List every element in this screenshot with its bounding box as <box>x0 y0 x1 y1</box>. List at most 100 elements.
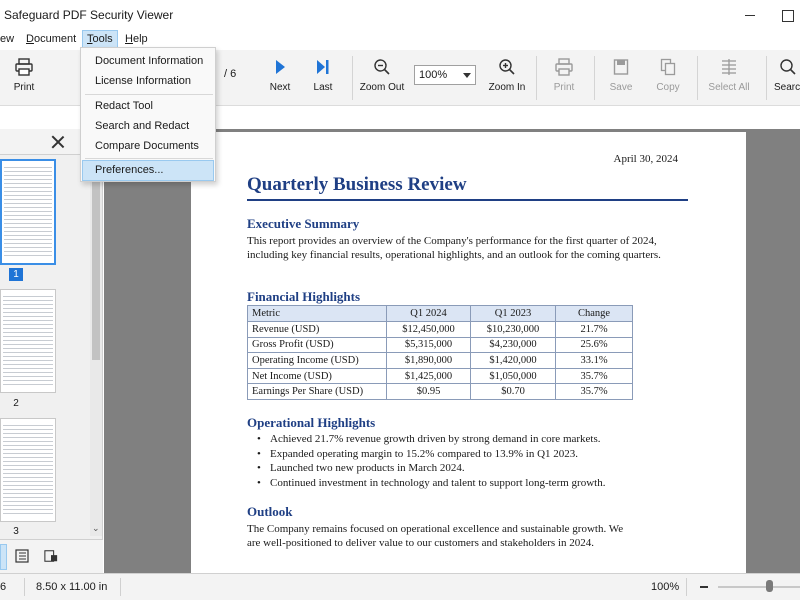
close-icon[interactable] <box>51 135 65 149</box>
table-cell: Earnings Per Share (USD) <box>247 383 387 400</box>
page-thumbnail[interactable] <box>0 289 56 393</box>
menu-item-preferences[interactable]: Preferences... <box>82 160 214 181</box>
search-button[interactable]: Search <box>771 54 800 102</box>
toolbar-separator <box>766 56 767 100</box>
page-count: / 6 <box>224 68 237 80</box>
list-item: Achieved 21.7% revenue growth driven by … <box>257 432 605 447</box>
table-cell: Operating Income (USD) <box>247 352 387 369</box>
bookmarks-icon[interactable] <box>15 549 29 563</box>
zoom-in-button[interactable]: Zoom In <box>484 54 530 102</box>
scrollbar-thumb[interactable] <box>92 160 100 360</box>
menu-item-license-information[interactable]: License Information <box>82 71 214 92</box>
thumbnails-view-icon[interactable] <box>0 544 7 570</box>
menu-separator <box>85 158 213 159</box>
status-zoom: 100% <box>651 581 680 593</box>
maximize-icon[interactable] <box>777 5 797 25</box>
page-thumbnail[interactable] <box>0 159 56 265</box>
status-bar: 6 8.50 x 11.00 in 100% <box>0 573 800 600</box>
copy-label: Copy <box>656 82 680 93</box>
last-label: Last <box>313 82 333 93</box>
title-rule <box>247 199 688 201</box>
table-cell: $1,890,000 <box>386 352 471 369</box>
table-cell: 33.1% <box>555 352 633 369</box>
print-button-secondary[interactable]: Print <box>546 54 582 102</box>
next-label: Next <box>269 82 291 93</box>
printer-icon <box>15 58 33 76</box>
table-cell: $4,230,000 <box>470 336 556 354</box>
zoom-slider-handle[interactable] <box>766 580 773 592</box>
table-cell: 35.7% <box>555 383 633 400</box>
page-thumbnail[interactable] <box>0 418 56 522</box>
thumbnail-scrollbar[interactable]: ⌄ <box>90 156 102 536</box>
next-page-button[interactable]: Next <box>262 54 298 102</box>
menu-item-document-information[interactable]: Document Information <box>82 51 214 72</box>
tools-menu: Document Information License Information… <box>80 47 216 182</box>
next-icon <box>276 60 285 74</box>
table-cell: $10,230,000 <box>470 321 556 338</box>
print-button[interactable]: Print <box>6 54 42 102</box>
select-all-label: Select All <box>708 82 750 93</box>
operational-highlights-heading: Operational Highlights <box>247 415 376 430</box>
toolbar-separator <box>697 56 698 100</box>
status-separator <box>24 578 25 596</box>
zoom-in-icon <box>499 59 515 75</box>
page-thumbnail-number: 3 <box>13 526 19 536</box>
title-bar: d Safeguard PDF Security Viewer <box>0 0 800 30</box>
zoom-slider[interactable] <box>718 586 800 588</box>
table-row: Revenue (USD) $12,450,000 $10,230,000 21… <box>247 321 633 338</box>
menu-item-compare-documents[interactable]: Compare Documents <box>82 136 214 157</box>
copy-button[interactable]: Copy <box>650 54 686 102</box>
menu-separator <box>85 94 213 95</box>
toolbar-separator <box>594 56 595 100</box>
zoom-out-button[interactable]: Zoom Out <box>358 54 406 102</box>
status-separator <box>686 578 687 596</box>
printer-icon <box>555 58 573 76</box>
chevron-down-icon[interactable]: ⌄ <box>92 523 100 534</box>
document-title: Quarterly Business Review <box>247 174 467 195</box>
zoom-minus-icon[interactable] <box>700 586 708 588</box>
table-cell: $0.70 <box>470 383 556 400</box>
zoom-in-label: Zoom In <box>488 82 526 93</box>
document-viewer[interactable]: April 30, 2024 Quarterly Business Review… <box>104 129 800 573</box>
menu-item-search-and-redact[interactable]: Search and Redact <box>82 116 214 137</box>
table-row: Earnings Per Share (USD) $0.95 $0.70 35.… <box>247 383 633 400</box>
executive-summary-text: This report provides an overview of the … <box>247 235 661 261</box>
menu-document[interactable]: Document <box>22 30 80 50</box>
toolbar-separator <box>352 56 353 100</box>
menu-item-redact-tool[interactable]: Redact Tool <box>82 96 214 117</box>
minimize-icon[interactable] <box>740 5 760 25</box>
save-label: Save <box>609 82 633 93</box>
table-row: Gross Profit (USD) $5,315,000 $4,230,000… <box>247 336 633 354</box>
select-all-button[interactable]: Select All <box>706 54 752 102</box>
search-label: Search <box>774 82 800 93</box>
print-label: Print <box>13 82 35 93</box>
zoom-out-label: Zoom Out <box>359 82 405 93</box>
page-thumbnail-number: 2 <box>13 398 19 409</box>
thumbnail-preview <box>4 167 52 259</box>
thumbnail-preview <box>3 296 53 388</box>
table-cell: Revenue (USD) <box>247 321 387 338</box>
document-date: April 30, 2024 <box>613 153 678 165</box>
zoom-select-value: 100% <box>419 69 448 81</box>
zoom-out-icon <box>374 59 390 75</box>
table-cell: 25.6% <box>555 336 633 354</box>
financial-table: Metric Q1 2024 Q1 2023 Change Revenue (U… <box>247 305 633 400</box>
table-cell: Net Income (USD) <box>247 367 387 385</box>
thumbnail-sidebar: 1 2 3 ⌄ <box>0 129 103 573</box>
attachments-icon[interactable] <box>44 549 58 563</box>
thumbnail-list: 1 2 3 <box>0 156 90 536</box>
table-header: Q1 2023 <box>470 305 556 322</box>
table-header: Metric <box>247 305 387 322</box>
menu-view[interactable]: ew <box>0 30 18 50</box>
table-row: Net Income (USD) $1,425,000 $1,050,000 3… <box>247 367 633 385</box>
table-cell: Gross Profit (USD) <box>247 336 387 354</box>
search-icon <box>780 59 796 75</box>
page-thumbnail-number: 1 <box>9 268 23 281</box>
save-button[interactable]: Save <box>603 54 639 102</box>
executive-summary-heading: Executive Summary <box>247 216 360 231</box>
last-page-button[interactable]: Last <box>305 54 341 102</box>
financial-highlights-heading: Financial Highlights <box>247 289 361 304</box>
table-cell: 21.7% <box>555 321 633 338</box>
zoom-select[interactable]: 100% <box>414 65 476 85</box>
select-all-icon <box>722 59 736 75</box>
